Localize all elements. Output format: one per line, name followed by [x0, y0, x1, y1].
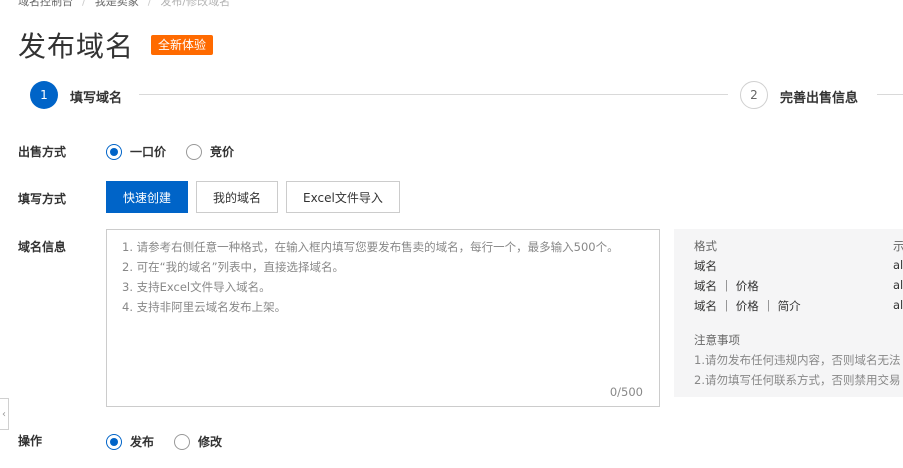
- radio-unchecked-icon: [186, 143, 203, 160]
- example-row: al: [893, 258, 903, 272]
- placeholder-line: 1. 请参考右侧任意一种格式，在输入框内填写您要发布售卖的域名，每行一个，最多输…: [122, 240, 619, 254]
- placeholder-line: 3. 支持Excel文件导入域名。: [122, 280, 271, 294]
- fill-method-buttons: 快速创建 我的域名 Excel文件导入: [106, 181, 408, 213]
- placeholder-line: 4. 支持非阿里云域名发布上架。: [122, 300, 287, 314]
- step-connector: [877, 94, 903, 95]
- breadcrumb-current: 发布/修改域名: [160, 0, 231, 8]
- step-1-label: 填写域名: [70, 91, 123, 106]
- fill-method-label: 填写方式: [18, 192, 67, 206]
- title-row: 发布域名 全新体验: [18, 26, 214, 64]
- sale-method-label: 出售方式: [18, 145, 67, 159]
- domain-info-label: 域名信息: [18, 240, 67, 254]
- step-2-indicator: 2: [740, 81, 768, 109]
- operation-modify-radio[interactable]: 修改: [174, 433, 222, 450]
- radio-label: 发布: [130, 435, 155, 449]
- my-domains-button[interactable]: 我的域名: [196, 181, 279, 213]
- chevron-left-icon: ‹: [2, 408, 6, 420]
- sale-method-radio-group: 一口价 竞价: [106, 143, 254, 160]
- character-counter: 0/500: [609, 385, 643, 399]
- sidebar-collapse-handle[interactable]: ‹: [0, 398, 9, 430]
- radio-label: 修改: [198, 435, 223, 449]
- notes-title: 注意事项: [694, 333, 740, 347]
- format-help-panel: 格式 示 域名 al 域名 ｜ 价格 al 域名 ｜ 价格 ｜ 简介 al 注意…: [674, 229, 903, 397]
- radio-label: 竞价: [210, 145, 235, 159]
- note-line: 2.请勿填写任何联系方式，否则禁用交易: [694, 373, 901, 387]
- step-1-indicator: 1: [30, 81, 58, 109]
- example-row: al: [893, 298, 903, 312]
- operation-label: 操作: [18, 434, 43, 448]
- placeholder-line: 2. 可在“我的域名”列表中，直接选择域名。: [122, 260, 345, 274]
- note-line: 1.请勿发布任何违规内容，否则域名无法: [694, 353, 901, 367]
- example-column-header: 示: [893, 239, 903, 253]
- format-column-header: 格式: [694, 239, 717, 253]
- breadcrumb-seller[interactable]: 我是卖家: [95, 0, 139, 9]
- radio-checked-icon: [106, 433, 122, 450]
- breadcrumb-separator: /: [82, 0, 86, 8]
- breadcrumb-separator: /: [147, 0, 152, 8]
- format-row: 域名 ｜ 价格 ｜ 简介: [694, 299, 801, 313]
- new-experience-badge[interactable]: 全新体验: [151, 35, 214, 55]
- operation-publish-radio[interactable]: 发布: [106, 433, 154, 450]
- example-row: al: [893, 278, 903, 292]
- sale-method-fixed-price-radio[interactable]: 一口价: [106, 143, 166, 160]
- quick-create-button[interactable]: 快速创建: [106, 181, 189, 213]
- excel-import-button[interactable]: Excel文件导入: [286, 181, 400, 213]
- operation-radio-group: 发布 修改: [106, 433, 242, 450]
- format-row: 域名: [694, 259, 717, 273]
- breadcrumb-domain-console[interactable]: 域名控制台: [18, 0, 73, 9]
- step-2-label: 完善出售信息: [780, 91, 859, 106]
- textarea-placeholder: 1. 请参考右侧任意一种格式，在输入框内填写您要发布售卖的域名，每行一个，最多输…: [122, 237, 619, 317]
- page-title: 发布域名: [18, 30, 135, 63]
- sale-method-auction-radio[interactable]: 竞价: [186, 143, 234, 160]
- step-connector: [139, 94, 728, 95]
- domain-input-textarea[interactable]: 1. 请参考右侧任意一种格式，在输入框内填写您要发布售卖的域名，每行一个，最多输…: [106, 229, 660, 407]
- radio-unchecked-icon: [174, 433, 191, 450]
- breadcrumb: 域名控制台 / 我是卖家 / 发布/修改域名: [18, 0, 230, 9]
- radio-checked-icon: [106, 143, 122, 160]
- radio-label: 一口价: [130, 145, 167, 159]
- format-row: 域名 ｜ 价格: [694, 279, 759, 293]
